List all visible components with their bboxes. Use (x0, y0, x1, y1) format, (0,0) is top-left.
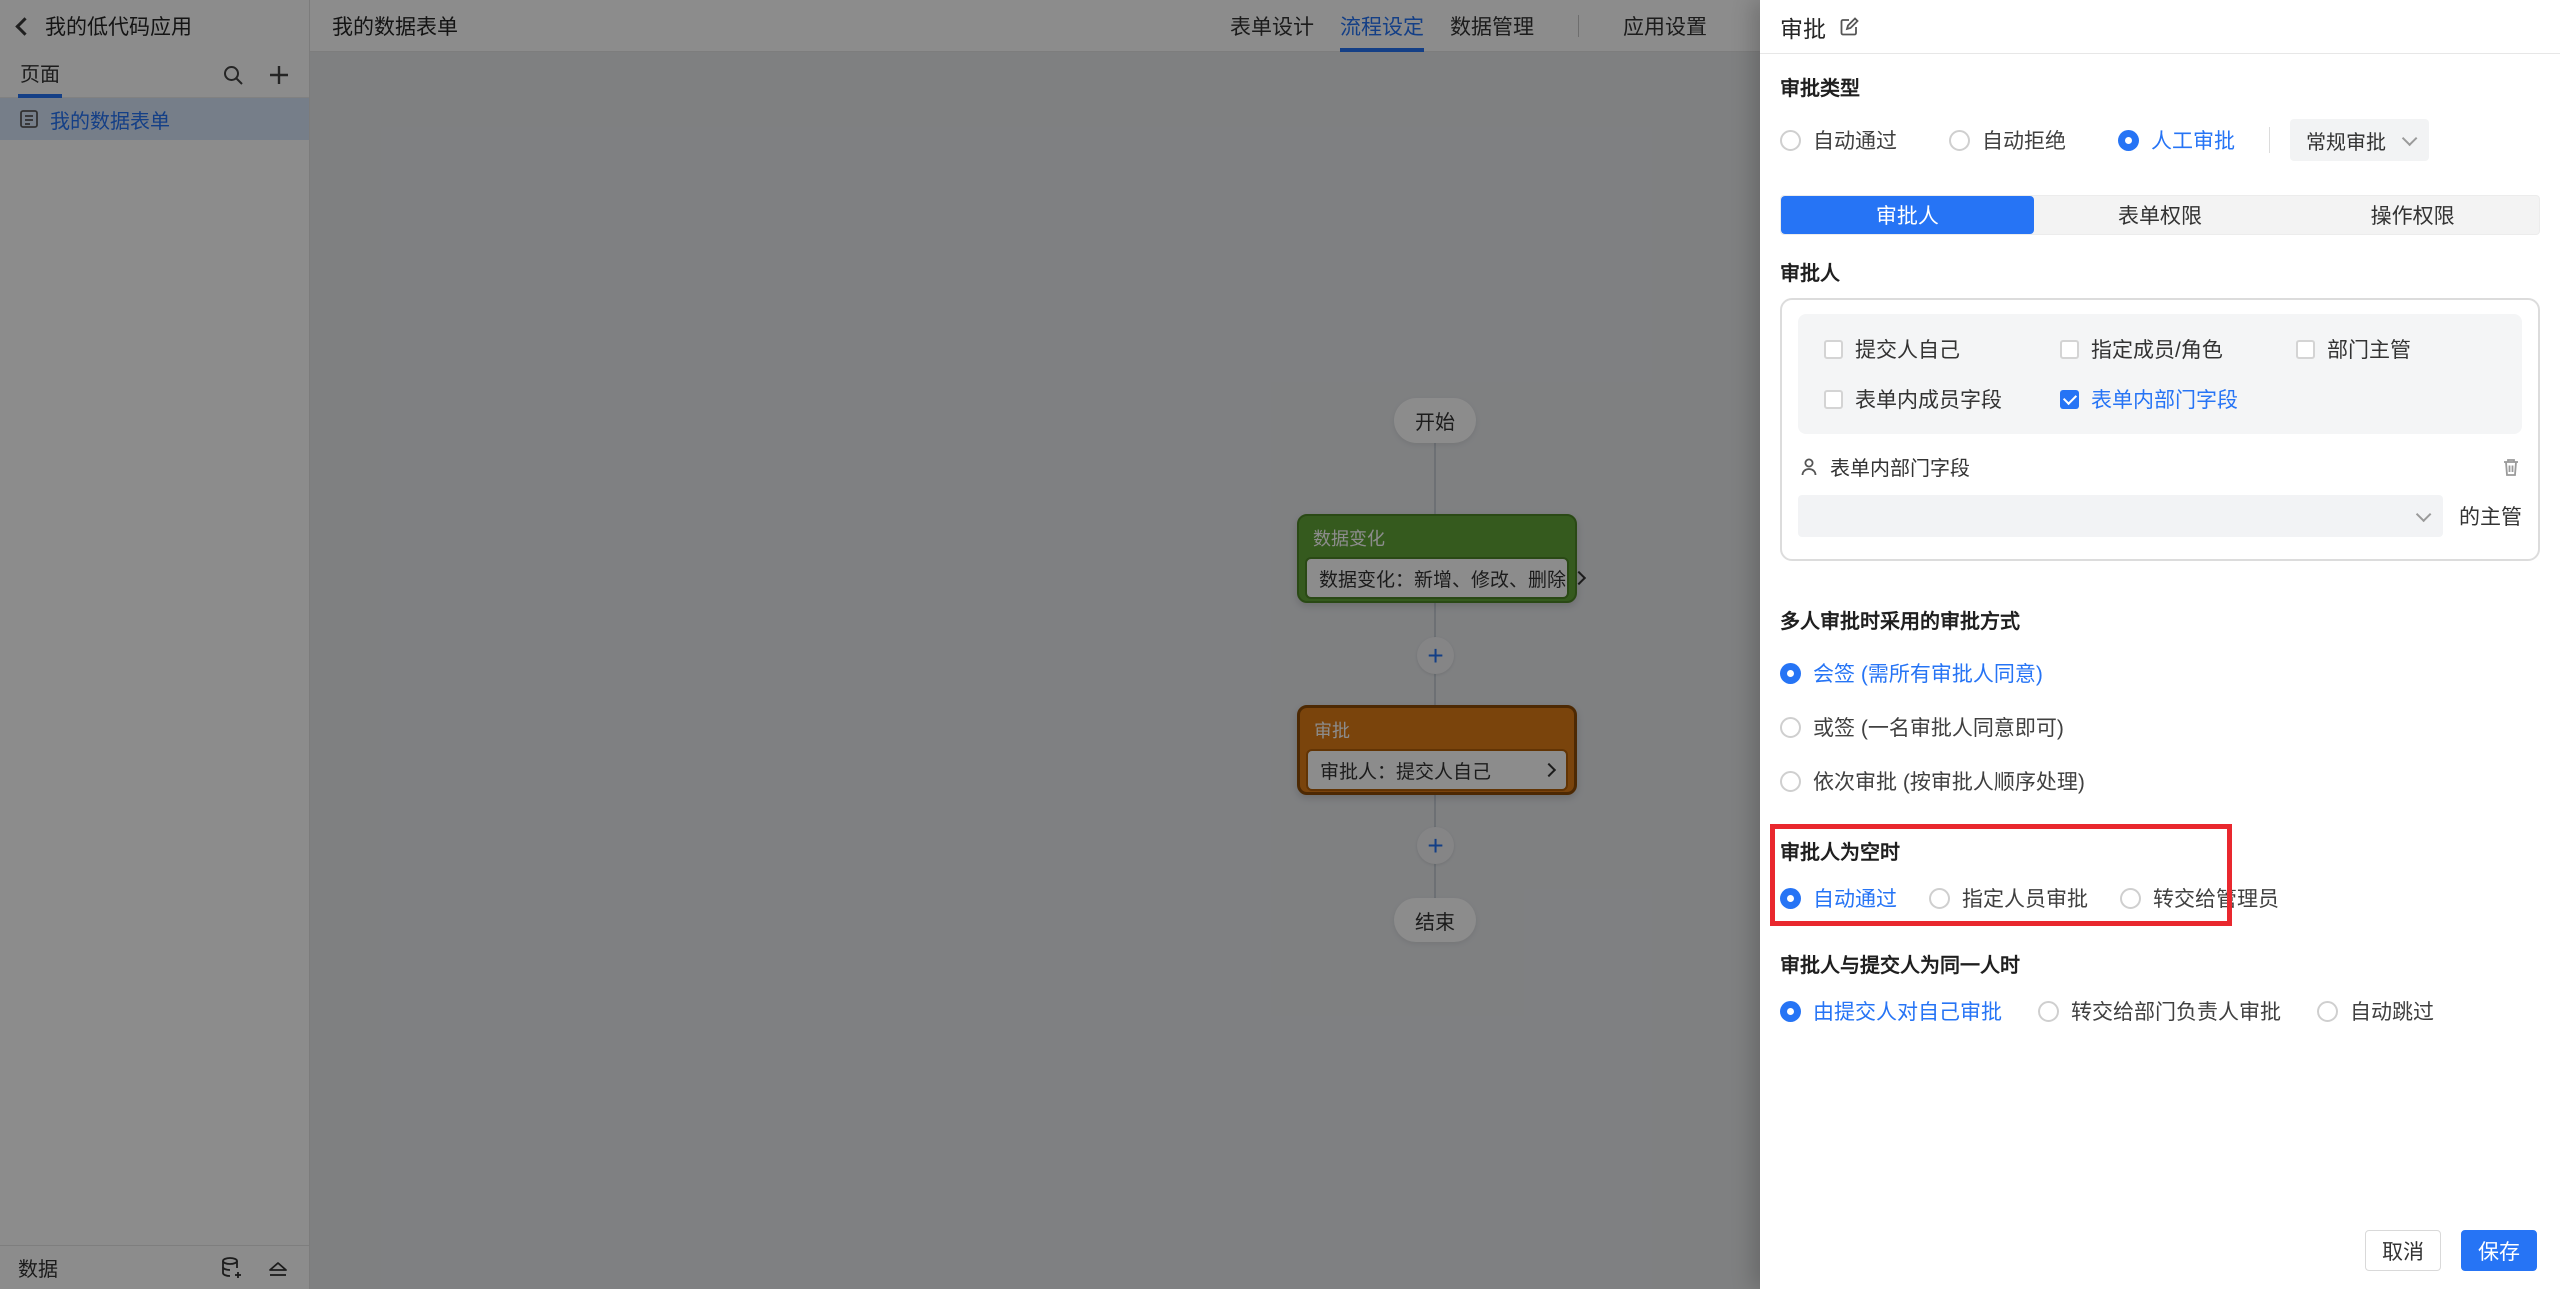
empty-approver-label: 审批人为空时 (1780, 836, 2540, 865)
select-suffix-label: 的主管 (2459, 501, 2522, 531)
chevron-down-icon (2416, 506, 2432, 522)
radio-icon (2120, 888, 2141, 909)
main-workspace: 我的低代码应用 页面 我的数据表单 (0, 0, 1760, 1289)
dept-field-select[interactable] (1798, 495, 2443, 537)
approval-mode-select[interactable]: 常规审批 (2290, 119, 2429, 161)
radio-icon (1780, 717, 1801, 738)
save-button[interactable]: 保存 (2461, 1230, 2537, 1271)
chevron-down-icon (2402, 130, 2418, 146)
cancel-button[interactable]: 取消 (2365, 1230, 2441, 1271)
checkbox-icon-checked (2060, 390, 2079, 409)
drawer-title: 审批 (1780, 10, 1826, 44)
drawer-footer: 取消 保存 (1760, 1214, 2560, 1289)
radio-icon (1949, 130, 1970, 151)
trash-icon[interactable] (2500, 456, 2522, 478)
radio-icon-selected (1780, 1001, 1801, 1022)
approval-type-radio-group: 自动通过 自动拒绝 人工审批 常规审批 (1780, 123, 2540, 157)
radio-empty-auto-pass[interactable]: 自动通过 (1780, 883, 1897, 913)
tab-form-permissions[interactable]: 表单权限 (2034, 196, 2287, 234)
approver-label: 审批人 (1780, 257, 2540, 286)
radio-auto-skip[interactable]: 自动跳过 (2317, 996, 2434, 1026)
edit-title-icon[interactable] (1838, 16, 1860, 38)
radio-countersign[interactable]: 会签 (需所有审批人同意) (1780, 658, 2540, 688)
radio-icon (1929, 888, 1950, 909)
approval-settings-drawer: 审批 审批类型 自动通过 自动拒绝 人工审批 (1760, 0, 2560, 1289)
radio-self-approve[interactable]: 由提交人对自己审批 (1780, 996, 2002, 1026)
radio-icon-selected (1780, 663, 1801, 684)
checkbox-icon (2060, 340, 2079, 359)
drawer-header: 审批 (1760, 0, 2560, 54)
checkbox-member-role[interactable]: 指定成员/角色 (2060, 334, 2296, 364)
radio-icon-selected (2118, 130, 2139, 151)
tab-approver[interactable]: 审批人 (1781, 196, 2034, 234)
checkbox-dept-manager[interactable]: 部门主管 (2296, 334, 2496, 364)
dept-field-row: 表单内部门字段 (1798, 452, 2522, 481)
drawer-content: 审批类型 自动通过 自动拒绝 人工审批 常规审批 (1760, 54, 2560, 1214)
app-window: 我的低代码应用 页面 我的数据表单 (0, 0, 2560, 1289)
radio-empty-assign-person[interactable]: 指定人员审批 (1929, 883, 2088, 913)
radio-icon (1780, 130, 1801, 151)
divider (2269, 127, 2270, 153)
drawer-tab-bar: 审批人 表单权限 操作权限 (1780, 195, 2540, 235)
checkbox-form-member-field[interactable]: 表单内成员字段 (1824, 384, 2060, 414)
radio-icon-selected (1780, 888, 1801, 909)
person-icon (1798, 456, 1820, 478)
same-person-label: 审批人与提交人为同一人时 (1780, 949, 2540, 978)
approver-card: 提交人自己 指定成员/角色 部门主管 表单内成员字段 (1780, 298, 2540, 561)
checkbox-icon (1824, 390, 1843, 409)
checkbox-form-dept-field[interactable]: 表单内部门字段 (2060, 384, 2296, 414)
checkbox-icon (1824, 340, 1843, 359)
radio-icon (2317, 1001, 2338, 1022)
multi-approver-mode-label: 多人审批时采用的审批方式 (1780, 605, 2540, 634)
dept-field-label: 表单内部门字段 (1830, 452, 2490, 481)
approval-type-label: 审批类型 (1780, 72, 2540, 101)
radio-manual-approval[interactable]: 人工审批 (2118, 125, 2235, 155)
radio-sequential[interactable]: 依次审批 (按审批人顺序处理) (1780, 766, 2540, 796)
same-person-radio-group: 由提交人对自己审批 转交给部门负责人审批 自动跳过 (1780, 994, 2540, 1028)
empty-approver-section: 审批人为空时 自动通过 指定人员审批 转交给管理员 (1780, 836, 2540, 915)
modal-dim-overlay[interactable] (0, 0, 1760, 1289)
radio-icon (2038, 1001, 2059, 1022)
radio-auto-approve[interactable]: 自动通过 (1780, 125, 1897, 155)
dept-field-select-row: 的主管 (1798, 495, 2522, 537)
checkbox-icon (2296, 340, 2315, 359)
empty-approver-radio-group: 自动通过 指定人员审批 转交给管理员 (1780, 881, 2540, 915)
radio-to-dept-head[interactable]: 转交给部门负责人审批 (2038, 996, 2281, 1026)
radio-auto-reject[interactable]: 自动拒绝 (1949, 125, 2066, 155)
same-person-section: 审批人与提交人为同一人时 由提交人对自己审批 转交给部门负责人审批 自动跳过 (1780, 949, 2540, 1028)
radio-orsign[interactable]: 或签 (一名审批人同意即可) (1780, 712, 2540, 742)
approver-checkbox-panel: 提交人自己 指定成员/角色 部门主管 表单内成员字段 (1798, 314, 2522, 434)
checkbox-submitter-self[interactable]: 提交人自己 (1824, 334, 2060, 364)
radio-icon (1780, 771, 1801, 792)
radio-empty-to-admin[interactable]: 转交给管理员 (2120, 883, 2279, 913)
tab-action-permissions[interactable]: 操作权限 (2286, 196, 2539, 234)
